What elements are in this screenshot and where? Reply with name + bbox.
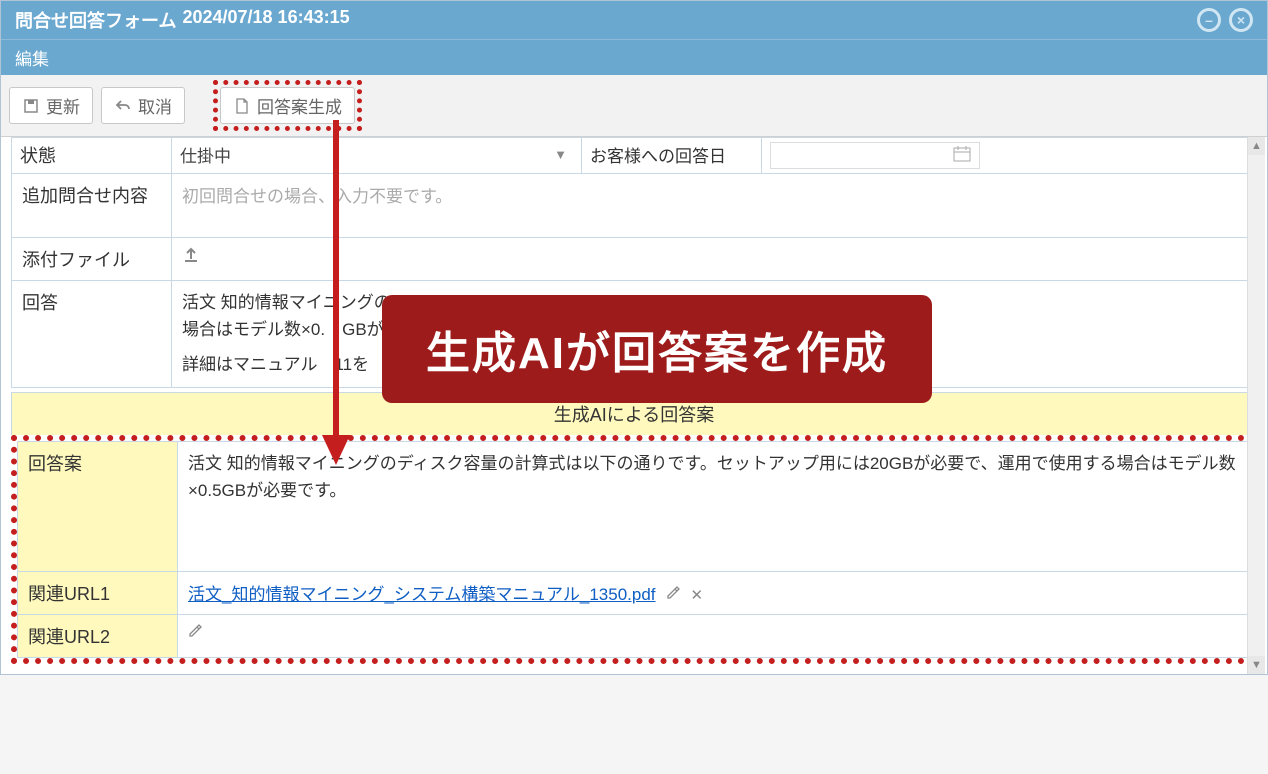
scroll-down-icon[interactable]: ▼ bbox=[1248, 656, 1265, 674]
calendar-icon bbox=[953, 146, 971, 165]
menu-bar: 編集 bbox=[1, 39, 1267, 75]
reply-date-field[interactable] bbox=[762, 138, 1257, 174]
document-icon bbox=[233, 97, 251, 115]
close-icon[interactable]: × bbox=[1229, 8, 1253, 32]
attachment-field[interactable] bbox=[172, 238, 1257, 281]
url2-field[interactable] bbox=[178, 614, 1251, 657]
upload-icon[interactable] bbox=[182, 248, 200, 268]
generate-answer-button[interactable]: 回答案生成 bbox=[220, 87, 355, 124]
title-bar: 問合せ回答フォーム 2024/07/18 16:43:15 – × bbox=[1, 1, 1267, 39]
url1-link[interactable]: 活文_知的情報マイニング_システム構築マニュアル_1350.pdf bbox=[188, 585, 656, 604]
form-content: 状態 仕掛中 ▼ お客様への回答日 bbox=[1, 137, 1267, 674]
ai-answer-text: 活文 知的情報マイニングのディスク容量の計算式は以下の通りです。セットアップ用に… bbox=[188, 454, 1236, 500]
cancel-button[interactable]: 取消 bbox=[101, 87, 185, 124]
additional-placeholder: 初回問合せの場合、入力不要です。 bbox=[182, 187, 452, 206]
toolbar: 更新 取消 回答案生成 bbox=[1, 75, 1267, 137]
answer-label: 回答 bbox=[12, 281, 172, 388]
reply-date-label: お客様への回答日 bbox=[582, 138, 762, 174]
annotation-callout: 生成AIが回答案を作成 bbox=[382, 295, 932, 403]
generate-button-highlight: 回答案生成 bbox=[213, 80, 362, 131]
url1-field: 活文_知的情報マイニング_システム構築マニュアル_1350.pdf ✕ bbox=[178, 571, 1251, 614]
status-label: 状態 bbox=[12, 138, 172, 174]
window-timestamp: 2024/07/18 16:43:15 bbox=[182, 7, 349, 33]
save-icon bbox=[22, 97, 40, 115]
ai-section-highlight: 回答案 活文 知的情報マイニングのディスク容量の計算式は以下の通りです。セットア… bbox=[11, 435, 1257, 664]
minimize-icon[interactable]: – bbox=[1197, 8, 1221, 32]
undo-icon bbox=[114, 97, 132, 115]
scroll-up-icon[interactable]: ▲ bbox=[1248, 137, 1265, 155]
menu-edit[interactable]: 編集 bbox=[15, 50, 49, 69]
remove-icon[interactable]: ✕ bbox=[690, 587, 703, 604]
window-title: 問合せ回答フォーム bbox=[15, 7, 176, 33]
ai-form-table: 回答案 活文 知的情報マイニングのディスク容量の計算式は以下の通りです。セットア… bbox=[17, 441, 1251, 658]
ai-answer-label: 回答案 bbox=[18, 441, 178, 571]
additional-label: 追加問合せ内容 bbox=[12, 174, 172, 238]
additional-field[interactable]: 初回問合せの場合、入力不要です。 bbox=[172, 174, 1257, 238]
ai-answer-field[interactable]: 活文 知的情報マイニングのディスク容量の計算式は以下の通りです。セットアップ用に… bbox=[178, 441, 1251, 571]
edit-icon[interactable] bbox=[188, 625, 202, 642]
url1-label: 関連URL1 bbox=[18, 571, 178, 614]
vertical-scrollbar[interactable]: ▲ ▼ bbox=[1247, 137, 1265, 674]
attachment-label: 添付ファイル bbox=[12, 238, 172, 281]
edit-icon[interactable] bbox=[666, 587, 684, 604]
chevron-down-icon: ▼ bbox=[554, 147, 567, 162]
url2-label: 関連URL2 bbox=[18, 614, 178, 657]
update-button[interactable]: 更新 bbox=[9, 87, 93, 124]
status-value: 仕掛中 bbox=[180, 142, 231, 167]
status-field[interactable]: 仕掛中 ▼ bbox=[172, 138, 582, 174]
